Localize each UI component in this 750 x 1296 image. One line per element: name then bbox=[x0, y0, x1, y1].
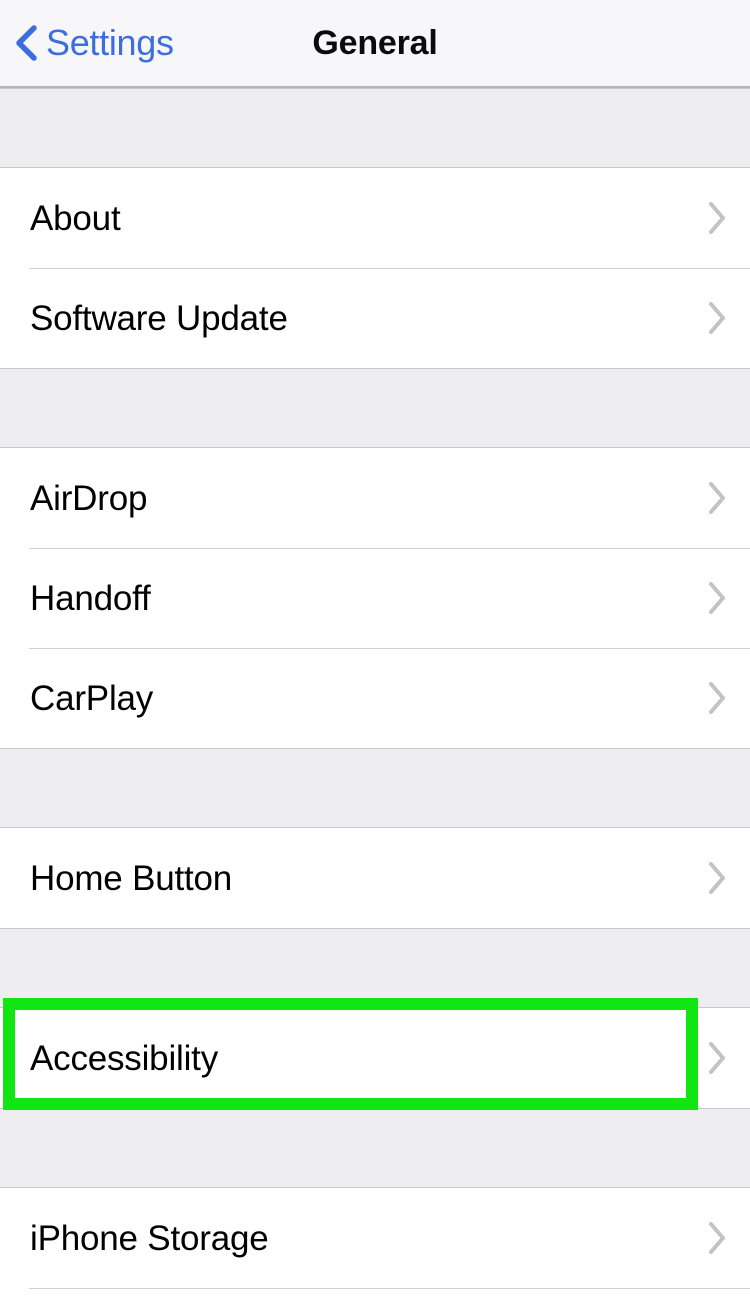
row-label: Software Update bbox=[30, 298, 288, 338]
settings-group-storage: iPhone Storage Background App Refresh bbox=[0, 1188, 750, 1296]
row-iphone-storage[interactable]: iPhone Storage bbox=[0, 1188, 750, 1288]
row-home-button[interactable]: Home Button bbox=[0, 828, 750, 928]
row-accessibility[interactable]: Accessibility bbox=[0, 1008, 750, 1108]
chevron-right-icon bbox=[706, 1219, 728, 1257]
row-software-update[interactable]: Software Update bbox=[0, 268, 750, 368]
chevron-right-icon bbox=[706, 479, 728, 517]
settings-general-screen: Settings General About Software Update A… bbox=[0, 0, 750, 1296]
row-handoff[interactable]: Handoff bbox=[0, 548, 750, 648]
back-to-settings-button[interactable]: Settings bbox=[14, 0, 174, 86]
row-label: iPhone Storage bbox=[30, 1218, 269, 1258]
row-label: Handoff bbox=[30, 578, 151, 618]
group-spacer-1 bbox=[0, 368, 750, 448]
navigation-bar: Settings General bbox=[0, 0, 750, 88]
row-background-app-refresh[interactable]: Background App Refresh bbox=[0, 1288, 750, 1296]
settings-group-hardware: Home Button bbox=[0, 828, 750, 928]
settings-group-info: About Software Update bbox=[0, 168, 750, 368]
group-spacer-2 bbox=[0, 748, 750, 828]
row-label: CarPlay bbox=[30, 678, 154, 718]
back-button-label: Settings bbox=[46, 22, 174, 63]
chevron-right-icon bbox=[706, 199, 728, 237]
row-label: AirDrop bbox=[30, 478, 148, 518]
group-spacer-top bbox=[0, 88, 750, 168]
settings-group-accessibility: Accessibility bbox=[0, 998, 750, 1110]
chevron-right-icon bbox=[706, 299, 728, 337]
row-airdrop[interactable]: AirDrop bbox=[0, 448, 750, 548]
row-carplay[interactable]: CarPlay bbox=[0, 648, 750, 748]
row-label: Accessibility bbox=[30, 1038, 219, 1078]
chevron-right-icon bbox=[706, 859, 728, 897]
row-label: About bbox=[30, 198, 121, 238]
group-spacer-3 bbox=[0, 928, 750, 1008]
chevron-left-icon bbox=[16, 25, 37, 61]
group-spacer-4 bbox=[0, 1108, 750, 1188]
chevron-right-icon bbox=[706, 679, 728, 717]
row-about[interactable]: About bbox=[0, 168, 750, 268]
settings-group-continuity: AirDrop Handoff CarPlay bbox=[0, 448, 750, 748]
row-label: Home Button bbox=[30, 858, 233, 898]
chevron-right-icon bbox=[706, 1039, 728, 1077]
chevron-right-icon bbox=[706, 579, 728, 617]
